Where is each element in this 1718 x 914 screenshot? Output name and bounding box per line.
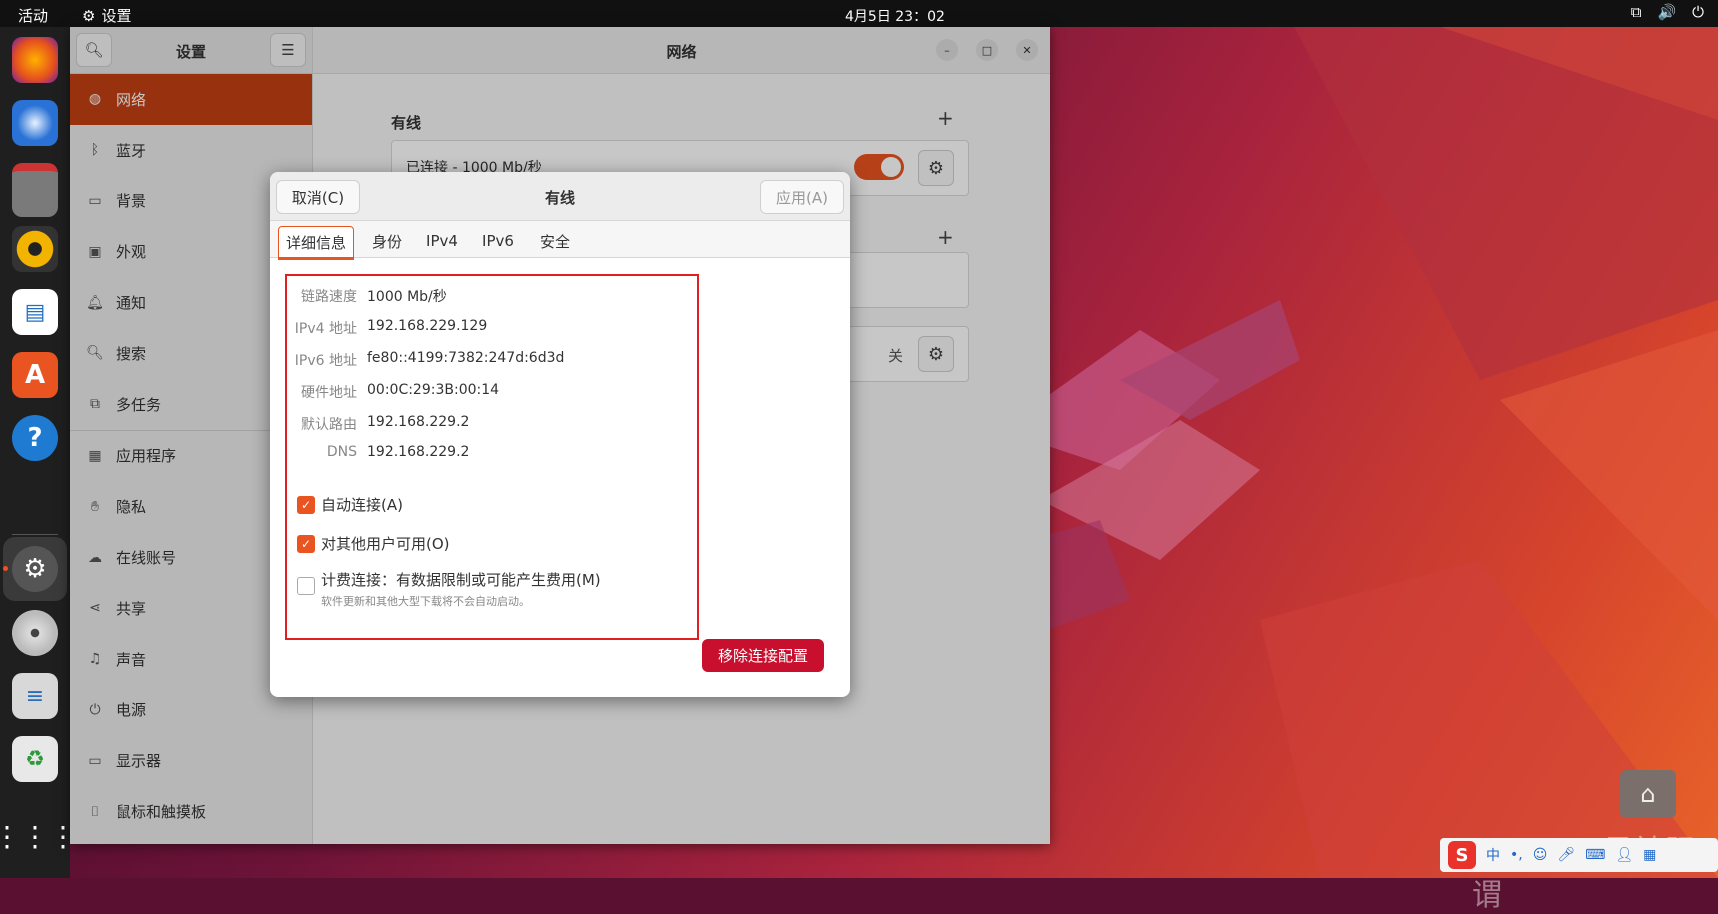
metered-checkbox[interactable] (297, 577, 315, 595)
detail-row: 硬件地址 00:0C:29:3B:00:14 (293, 382, 693, 402)
metered-hint: 软件更新和其他大型下载将不会自动启动。 (321, 595, 530, 608)
files-icon[interactable] (12, 163, 58, 217)
detail-row: IPv4 地址 192.168.229.129 (293, 318, 693, 338)
show-apps-icon[interactable]: ⋮⋮⋮ (0, 813, 77, 859)
auto-connect-label: 自动连接(A) (321, 496, 403, 514)
detail-value: fe80::4199:7382:247d:6d3d (367, 350, 565, 366)
power-icon: ⏻ (1692, 3, 1704, 21)
detail-label: 硬件地址 (301, 385, 357, 401)
all-users-checkbox[interactable]: ✓ (297, 535, 315, 553)
trash-icon[interactable]: ♻ (12, 736, 58, 782)
thunderbird-icon[interactable] (12, 100, 58, 146)
punctuation-icon[interactable]: •, (1510, 847, 1523, 863)
detail-value: 192.168.229.129 (367, 318, 488, 334)
user-icon[interactable]: 👤︎ (1615, 847, 1633, 863)
detail-label: DNS (326, 444, 357, 460)
detail-value: 00:0C:29:3B:00:14 (367, 382, 500, 398)
tab-4[interactable]: 安全 (532, 226, 578, 256)
dock-separator (12, 534, 58, 535)
running-indicator (3, 566, 8, 571)
help-icon[interactable]: ? (12, 415, 58, 461)
firefox-icon[interactable] (12, 37, 58, 83)
emoji-icon[interactable]: ☺ (1533, 847, 1548, 863)
top-bar: 活动 ⚙ 设置 4月5日 23：02 ⧉ 🔊 ⏻ (0, 0, 1718, 27)
metered-row[interactable]: 计费连接：有数据限制或可能产生费用(M) 软件更新和其他大型下载将不会自动启动。 (297, 569, 601, 609)
network-icon: ⧉ (1630, 3, 1642, 21)
detail-label: IPv4 地址 (294, 321, 357, 337)
detail-row: 默认路由 192.168.229.2 (293, 414, 693, 434)
sogou-logo-icon: S (1448, 841, 1476, 869)
tab-3[interactable]: IPv6 (478, 226, 518, 256)
gear-icon: ⚙ (82, 6, 96, 25)
detail-label: 链路速度 (301, 289, 357, 305)
detail-value: 1000 Mb/秒 (367, 289, 447, 305)
detail-value: 192.168.229.2 (367, 414, 470, 430)
detail-row: 链路速度 1000 Mb/秒 (293, 286, 693, 306)
ime-toolbar[interactable]: S 中 •, ☺ 🎤︎ ⌨ 👤︎ ▦ (1440, 838, 1718, 872)
metered-label: 计费连接：有数据限制或可能产生费用(M) (321, 571, 601, 589)
dialog-tabs: 详细信息 身份 IPv4 IPv6 安全 (270, 221, 850, 260)
remove-connection-button[interactable]: 移除连接配置 (702, 639, 824, 672)
home-folder-icon[interactable]: ⌂ (1620, 770, 1676, 818)
all-users-label: 对其他用户可用(O) (321, 535, 450, 553)
clock[interactable]: 4月5日 23：02 (845, 6, 945, 26)
apply-button[interactable]: 应用(A) (760, 180, 844, 214)
detail-label: IPv6 地址 (294, 353, 357, 369)
text-editor-icon[interactable]: ≡ (12, 673, 58, 719)
system-tray[interactable]: ⧉ 🔊 ⏻ (1631, 3, 1704, 21)
details-highlight-box: 链路速度 1000 Mb/秒 IPv4 地址 192.168.229.129 IPv6 … (285, 274, 699, 640)
keyboard-icon[interactable]: ⌨ (1585, 847, 1605, 863)
detail-value: 192.168.229.2 (367, 444, 470, 460)
all-users-row[interactable]: ✓ 对其他用户可用(O) (297, 533, 450, 554)
activities-button[interactable]: 活动 (18, 5, 48, 26)
dock: ▤ A ? ⚙ ≡ ♻ ⋮⋮⋮ (0, 27, 77, 878)
wallpaper-shapes (960, 0, 1718, 878)
auto-connect-row[interactable]: ✓ 自动连接(A) (297, 494, 403, 515)
auto-connect-checkbox[interactable]: ✓ (297, 496, 315, 514)
volume-icon: 🔊 (1657, 3, 1677, 21)
mic-icon[interactable]: 🎤︎ (1557, 847, 1575, 863)
rhythmbox-icon[interactable] (12, 226, 58, 272)
app-menu[interactable]: ⚙ 设置 (82, 5, 131, 26)
detail-row: IPv6 地址 fe80::4199:7382:247d:6d3d (293, 350, 693, 370)
skin-icon[interactable]: ▦ (1643, 847, 1656, 863)
disc-icon[interactable] (12, 610, 58, 656)
settings-icon[interactable]: ⚙ (12, 546, 58, 592)
app-menu-label: 设置 (101, 7, 132, 25)
writer-icon[interactable]: ▤ (12, 289, 58, 335)
tab-2[interactable]: IPv4 (422, 226, 462, 256)
detail-label: 默认路由 (301, 417, 357, 433)
dialog-header: 取消(C) 有线 应用(A) (270, 172, 850, 221)
detail-row: DNS 192.168.229.2 (293, 444, 693, 460)
tab-1[interactable]: 身份 (364, 226, 410, 256)
ime-mode[interactable]: 中 (1486, 845, 1500, 865)
app-center-icon[interactable]: A (12, 352, 58, 398)
wired-settings-dialog: 取消(C) 有线 应用(A) 详细信息 身份 IPv4 IPv6 安全 链路速度 1000… (270, 172, 850, 697)
tab-0[interactable]: 详细信息 (278, 226, 354, 260)
